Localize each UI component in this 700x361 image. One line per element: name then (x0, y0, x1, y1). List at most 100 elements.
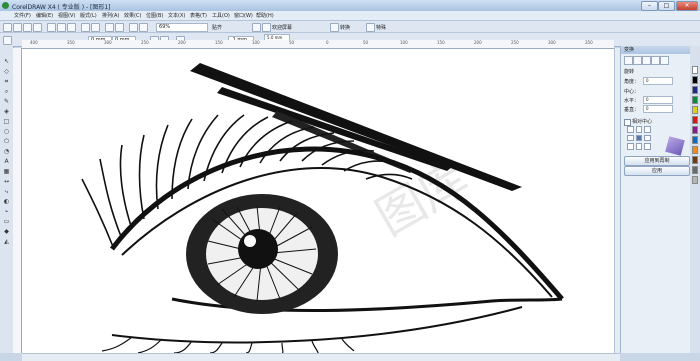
color-swatch[interactable] (692, 136, 698, 144)
basic-shapes-icon[interactable]: ◔ (3, 148, 10, 155)
scale-tab-icon[interactable] (642, 56, 651, 65)
transform-docker: 变换 旋转 角度： 0 中心： 水平： 0 垂直： 0 相对中心 应用到再制 应… (620, 46, 691, 353)
eyedropper-tool-icon[interactable]: ⌁ (3, 208, 10, 215)
menu-edit[interactable]: 编辑(E) (36, 12, 53, 19)
ruler-tick-label: 200 (178, 40, 186, 45)
menu-arrange[interactable]: 排列(A) (102, 12, 119, 19)
ruler-tick-label: 100 (252, 40, 260, 45)
zoom-level-field[interactable]: 69% (156, 23, 208, 32)
text-tool-icon[interactable]: A (3, 158, 10, 165)
interactive-fill-icon[interactable]: ◭ (3, 238, 10, 245)
fill-tool-icon[interactable]: ◆ (3, 228, 10, 235)
color-swatch[interactable] (692, 66, 698, 74)
color-swatch[interactable] (692, 86, 698, 94)
snap-to-label[interactable]: 贴齐 (212, 24, 222, 31)
ruler-tick-label: 150 (437, 40, 445, 45)
color-swatch[interactable] (692, 156, 698, 164)
position-tab-icon[interactable] (624, 56, 633, 65)
eye-illustration[interactable] (22, 49, 614, 353)
menu-view[interactable]: 视图(V) (58, 12, 75, 19)
blend-tool-icon[interactable]: ◐ (3, 198, 10, 205)
redo-icon[interactable] (91, 23, 100, 32)
menu-effects[interactable]: 效果(C) (124, 12, 141, 19)
rotate-tab-icon[interactable] (633, 56, 642, 65)
corel-online-icon[interactable] (139, 23, 148, 32)
ruler-tick-label: 50 (289, 40, 295, 45)
rectangle-tool-icon[interactable]: □ (3, 118, 10, 125)
undo-icon[interactable] (81, 23, 90, 32)
color-swatch[interactable] (692, 126, 698, 134)
color-swatch[interactable] (692, 176, 698, 184)
color-swatch[interactable] (692, 96, 698, 104)
drawing-canvas[interactable]: 图库 (22, 49, 614, 353)
menu-layout[interactable]: 版式(L) (80, 12, 97, 19)
ruler-tick-label: 350 (585, 40, 593, 45)
application-launcher-icon[interactable] (129, 23, 138, 32)
crop-tool-icon[interactable]: ⌗ (3, 78, 10, 85)
zoom-tool-icon[interactable]: ⌕ (3, 88, 10, 95)
brow-stroke (190, 63, 522, 191)
standard-toolbar: 69% 贴齐 欢迎屏幕 转换 特殊 (0, 21, 700, 33)
color-swatch[interactable] (692, 116, 698, 124)
horizontal-label: 水平： (624, 98, 640, 104)
ellipse-tool-icon[interactable]: ○ (3, 128, 10, 135)
outline-tool-icon[interactable]: ▭ (3, 218, 10, 225)
apply-to-duplicate-button[interactable]: 应用到再制 (624, 156, 690, 166)
connector-tool-icon[interactable]: ⤷ (3, 188, 10, 195)
color-swatch[interactable] (692, 166, 698, 174)
convert-icon[interactable] (330, 23, 339, 32)
pick-tool-icon[interactable]: ↖ (3, 58, 10, 65)
ruler-tick-label: 250 (511, 40, 519, 45)
freehand-tool-icon[interactable]: ✎ (3, 98, 10, 105)
menu-window[interactable]: 窗口(W) (234, 12, 253, 19)
color-swatch[interactable] (692, 146, 698, 154)
options-icon[interactable] (252, 23, 261, 32)
menu-text[interactable]: 文本(X) (168, 12, 185, 19)
minimize-button[interactable]: – (641, 1, 658, 11)
anchor-grid[interactable] (627, 126, 651, 150)
dimension-tool-icon[interactable]: ↔ (3, 178, 10, 185)
horizontal-ruler[interactable]: 400 350 300 250 200 150 100 50 0 50 100 150 200 250 30… (22, 40, 614, 49)
special-label[interactable]: 特殊 (376, 24, 386, 31)
save-icon[interactable] (23, 23, 32, 32)
vertical-ruler[interactable] (13, 48, 22, 353)
close-button[interactable]: ✕ (676, 1, 698, 11)
skew-tab-icon[interactable] (660, 56, 669, 65)
horizontal-input[interactable]: 0 (643, 96, 673, 104)
color-swatch[interactable] (692, 76, 698, 84)
apply-button[interactable]: 应用 (624, 166, 690, 176)
vertical-input[interactable]: 0 (643, 105, 673, 113)
copy-icon[interactable] (57, 23, 66, 32)
size-tab-icon[interactable] (651, 56, 660, 65)
new-icon[interactable] (3, 23, 12, 32)
smart-fill-icon[interactable]: ◈ (3, 108, 10, 115)
menu-tools[interactable]: 工具(O) (212, 12, 230, 19)
paste-icon[interactable] (67, 23, 76, 32)
polygon-tool-icon[interactable]: ⬠ (3, 138, 10, 145)
special-icon[interactable] (366, 23, 375, 32)
page-size-icon[interactable] (3, 36, 12, 45)
toolbox: ↖ ◇ ⌗ ⌕ ✎ ◈ □ ○ ⬠ ◔ A ▦ ↔ ⤷ ◐ ⌁ ▭ ◆ ◭ (0, 46, 14, 353)
menu-bar: 文件(F) 编辑(E) 视图(V) 版式(L) 排列(A) 效果(C) 位图(B… (0, 11, 700, 21)
pupil (238, 229, 278, 269)
ruler-tick-label: 300 (104, 40, 112, 45)
relative-center-label: 相对中心 (632, 119, 653, 125)
welcome-screen-icon[interactable] (262, 23, 271, 32)
color-swatch[interactable] (692, 106, 698, 114)
open-icon[interactable] (13, 23, 22, 32)
welcome-screen-label[interactable]: 欢迎屏幕 (272, 24, 292, 31)
import-icon[interactable] (105, 23, 114, 32)
menu-file[interactable]: 文件(F) (14, 12, 31, 19)
angle-input[interactable]: 0 (643, 77, 673, 85)
relative-center-checkbox[interactable] (624, 119, 631, 126)
menu-table[interactable]: 表格(T) (190, 12, 207, 19)
cut-icon[interactable] (47, 23, 56, 32)
print-icon[interactable] (33, 23, 42, 32)
export-icon[interactable] (115, 23, 124, 32)
menu-help[interactable]: 帮助(H) (256, 12, 274, 19)
maximize-button[interactable]: □ (658, 1, 675, 11)
table-tool-icon[interactable]: ▦ (3, 168, 10, 175)
menu-bitmaps[interactable]: 位图(B) (146, 12, 163, 19)
shape-tool-icon[interactable]: ◇ (3, 68, 10, 75)
convert-label[interactable]: 转换 (340, 24, 350, 31)
